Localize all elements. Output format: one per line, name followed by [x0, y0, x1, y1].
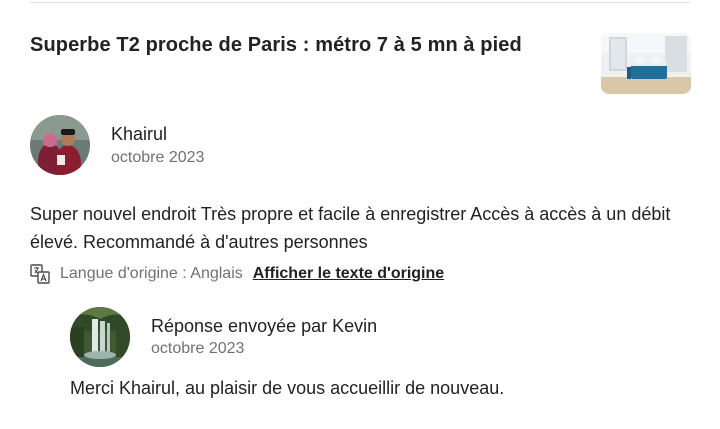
translation-row: Langue d'origine : Anglais Afficher le t…	[30, 263, 444, 285]
couple-photo-icon	[30, 115, 90, 175]
listing-title[interactable]: Superbe T2 proche de Paris : métro 7 à 5…	[30, 34, 522, 57]
reviewer-avatar[interactable]	[30, 115, 90, 175]
top-divider	[30, 2, 690, 3]
listing-thumbnail[interactable]	[601, 33, 691, 94]
review-text: Super nouvel endroit Très propre et faci…	[30, 204, 671, 252]
waterfall-photo-icon	[70, 307, 130, 367]
show-original-text-link[interactable]: Afficher le texte d'origine	[253, 265, 444, 283]
translate-icon	[30, 264, 50, 284]
bedroom-photo-icon	[601, 33, 691, 94]
host-avatar[interactable]	[70, 307, 130, 367]
review-date: octobre 2023	[111, 149, 205, 166]
original-language-label: Langue d'origine : Anglais	[60, 265, 243, 282]
reviewer-name[interactable]: Khairul	[111, 124, 167, 145]
response-text: Merci Khairul, au plaisir de vous accuei…	[70, 378, 505, 398]
response-date: octobre 2023	[151, 340, 245, 357]
response-title: Réponse envoyée par Kevin	[151, 316, 378, 336]
